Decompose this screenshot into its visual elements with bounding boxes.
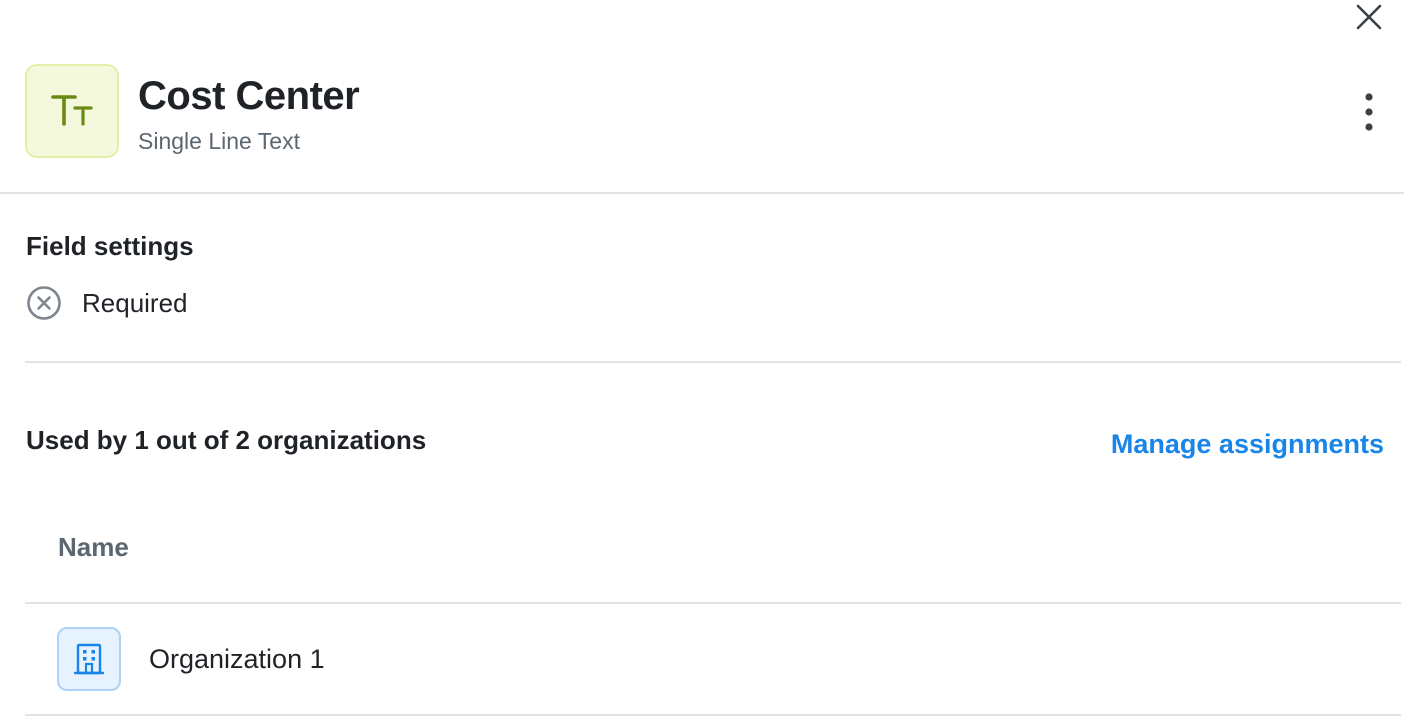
building-icon <box>74 643 104 675</box>
required-label: Required <box>82 287 188 318</box>
settings-divider <box>25 361 1401 363</box>
header-divider <box>0 192 1404 194</box>
organization-name: Organization 1 <box>149 643 325 674</box>
field-details-panel: Cost Center Single Line Text Field setti… <box>0 0 1404 728</box>
table-row-divider <box>25 714 1401 716</box>
table-row[interactable]: Organization 1 <box>25 604 1401 714</box>
field-title: Cost Center <box>138 74 360 118</box>
required-setting: Required <box>26 284 188 322</box>
field-type-label: Single Line Text <box>138 128 300 154</box>
usage-title: Used by 1 out of 2 organizations <box>26 425 427 455</box>
more-vertical-icon <box>1365 93 1373 131</box>
manage-assignments-link[interactable]: Manage assignments <box>1111 428 1384 460</box>
close-icon <box>1356 4 1382 30</box>
more-options-button[interactable] <box>1350 90 1388 134</box>
column-header-name[interactable]: Name <box>58 531 129 563</box>
organization-avatar <box>57 627 121 691</box>
close-button[interactable] <box>1352 0 1386 34</box>
field-settings-title: Field settings <box>26 231 194 261</box>
x-circle-icon <box>27 286 61 320</box>
text-type-icon <box>51 95 93 126</box>
field-type-icon-badge <box>25 64 119 158</box>
